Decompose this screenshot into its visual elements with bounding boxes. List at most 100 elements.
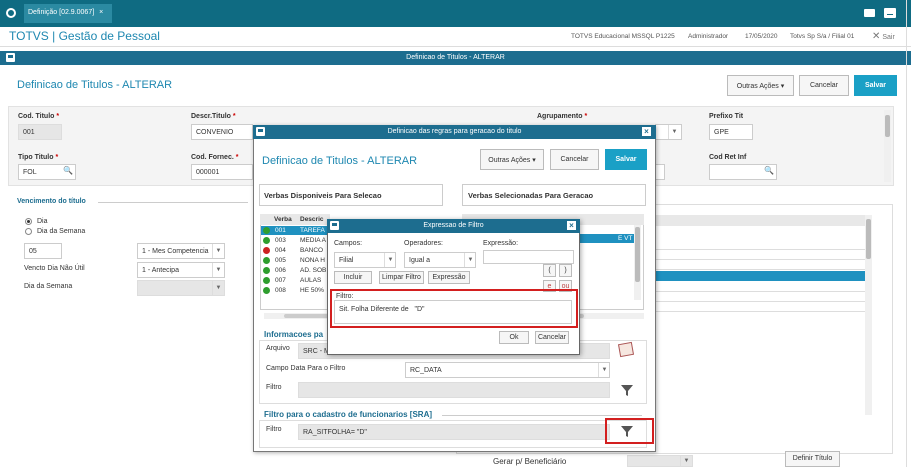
verba-descr: AD. SOB [300, 267, 327, 274]
verba-code: 003 [275, 237, 286, 244]
chevron-down-icon: ▼ [598, 363, 609, 377]
verba-descr: BANCO [300, 247, 324, 254]
main-window-title: Definicao de Titulos - ALTERAR [406, 54, 505, 61]
top-bar: Definição [02.9.0067] × [0, 0, 911, 27]
rules-other-actions-button[interactable]: Outras Ações ▾ [480, 149, 544, 170]
verba-code: 001 [275, 227, 286, 234]
vencimento-heading: Vencimento do título [17, 198, 86, 205]
filter-dialog-titlebar: Expressao de Filtro × [327, 219, 580, 233]
campo-data-select[interactable]: RC_DATA ▼ [405, 362, 610, 378]
expressao-button[interactable]: Expressão [428, 271, 470, 284]
environment-label: TOTVS Educacional MSSQL P1225 [571, 33, 675, 40]
competencia-select[interactable]: 1 - Mes Competencia ▼ [137, 243, 225, 259]
list-item[interactable]: 007 AULAS [261, 276, 329, 285]
campos-select[interactable]: Filial ▼ [334, 252, 396, 268]
descr-titulo-field[interactable]: CONVENIO [191, 124, 253, 140]
close-icon[interactable]: × [642, 127, 651, 136]
verba-descr: TAREFA [300, 227, 325, 234]
cod-titulo-label: Cod. Titulo * [18, 113, 60, 120]
sra-filtro-label: Filtro [266, 426, 282, 433]
dialog-cancel-button[interactable]: Cancelar [535, 331, 569, 344]
operadores-select[interactable]: Igual a ▼ [404, 252, 476, 268]
cod-titulo-field[interactable]: 001 [18, 124, 62, 140]
page-title: Definicao de Titulos - ALTERAR [17, 79, 173, 91]
edit-icon[interactable] [617, 341, 635, 358]
gerar-select[interactable]: ▼ [627, 455, 693, 467]
prefixo-label: Prefixo Tit [709, 113, 744, 120]
list-item[interactable]: 005 NONA H [261, 256, 329, 265]
fornec-field[interactable]: 000001 [191, 164, 253, 180]
app-title: TOTVS | Gestão de Pessoal [9, 29, 160, 43]
paren-open-button[interactable]: ( [543, 264, 556, 277]
paren-close-button[interactable]: ) [559, 264, 572, 277]
hidden-field-right[interactable] [655, 164, 665, 180]
bg-grid-row [625, 282, 865, 292]
cod-ret-field[interactable]: 🔍 [709, 164, 777, 180]
chevron-down-icon: ▼ [212, 263, 224, 277]
verba-descr: AULAS [300, 277, 322, 284]
rules-save-button[interactable]: Salvar [605, 149, 647, 170]
agrupamento-select[interactable]: ▼ [655, 124, 682, 140]
selecionadas-scrollbar[interactable] [634, 225, 641, 300]
user-label: Administrador [688, 33, 729, 40]
chevron-down-icon: ▼ [212, 244, 224, 258]
divider [442, 415, 642, 416]
ok-button[interactable]: Ok [499, 331, 529, 344]
verba-descr: NONA H [300, 257, 325, 264]
status-red-icon [263, 247, 270, 254]
save-button[interactable]: Salvar [854, 75, 897, 96]
status-green-icon [263, 227, 270, 234]
definir-titulo-button[interactable]: Definir Título [785, 451, 840, 467]
window-icon [6, 53, 15, 62]
bg-grid-scrollbar[interactable] [865, 215, 872, 415]
status-green-icon [263, 257, 270, 264]
radio-dia-semana[interactable] [25, 228, 32, 235]
filter-icon[interactable] [620, 383, 634, 397]
bg-grid-row [625, 260, 865, 270]
sra-heading: Filtro para o cadastro de funcionarios [… [264, 410, 433, 419]
campo-data-value: RC_DATA [410, 367, 442, 374]
gerar-label: Gerar p/ Beneficiário [493, 457, 567, 466]
limpar-filtro-button[interactable]: Limpar Filtro [379, 271, 424, 284]
rules-cancel-button[interactable]: Cancelar [550, 149, 599, 170]
col-descr: Descric [300, 216, 324, 223]
list-item[interactable]: 006 AD. SOB [261, 266, 329, 275]
exit-button[interactable]: ✕ Sair [872, 31, 895, 42]
cancel-button[interactable]: Cancelar [799, 75, 849, 96]
minimize-icon[interactable] [884, 8, 896, 18]
fornec-label: Cod. Fornec. * [191, 154, 239, 161]
list-item[interactable]: 003 MEDIA A [261, 236, 329, 245]
expressao-field[interactable] [483, 250, 574, 264]
filter-dialog-title: Expressao de Filtro [423, 222, 484, 229]
tab-close-icon[interactable]: × [99, 9, 103, 16]
prefixo-field[interactable]: GPE [709, 124, 753, 140]
mail-icon[interactable] [864, 9, 875, 17]
rules-other-actions-label: Outras Ações [488, 157, 531, 164]
dia-semana-label: Dia da Semana [24, 283, 73, 290]
incluir-button[interactable]: Incluir [334, 271, 372, 284]
highlight-box [330, 289, 578, 328]
search-icon[interactable]: 🔍 [764, 166, 774, 175]
chevron-down-icon: ▾ [532, 157, 536, 164]
close-icon[interactable]: × [567, 221, 576, 230]
form-scrollbar[interactable] [884, 110, 891, 182]
divider [98, 202, 248, 203]
dia-field[interactable]: 05 [24, 243, 62, 259]
list-item[interactable]: 008 HE 50% [261, 286, 329, 295]
status-green-icon [263, 287, 270, 294]
search-icon[interactable]: 🔍 [63, 166, 73, 175]
bg-grid-row [625, 250, 865, 260]
highlight-box [605, 418, 654, 444]
main-window-titlebar: Definicao de Titulos - ALTERAR [0, 51, 911, 65]
list-item[interactable]: 001 TAREFA [261, 226, 329, 235]
competencia-value: 1 - Mes Competencia [142, 248, 209, 255]
vencto-select[interactable]: 1 - Antecipa ▼ [137, 262, 225, 278]
chevron-down-icon: ▼ [680, 456, 692, 466]
radio-dia[interactable] [25, 218, 32, 225]
tipo-titulo-field[interactable]: FOL 🔍 [18, 164, 76, 180]
tab-definicao[interactable]: Definição [02.9.0067] × [24, 4, 112, 23]
list-item[interactable]: 004 BANCO [261, 246, 329, 255]
other-actions-button[interactable]: Outras Ações ▾ [727, 75, 794, 96]
info-filtro-field [298, 382, 610, 398]
rules-window-titlebar: Definicao das regras para geracao do tit… [253, 125, 656, 139]
